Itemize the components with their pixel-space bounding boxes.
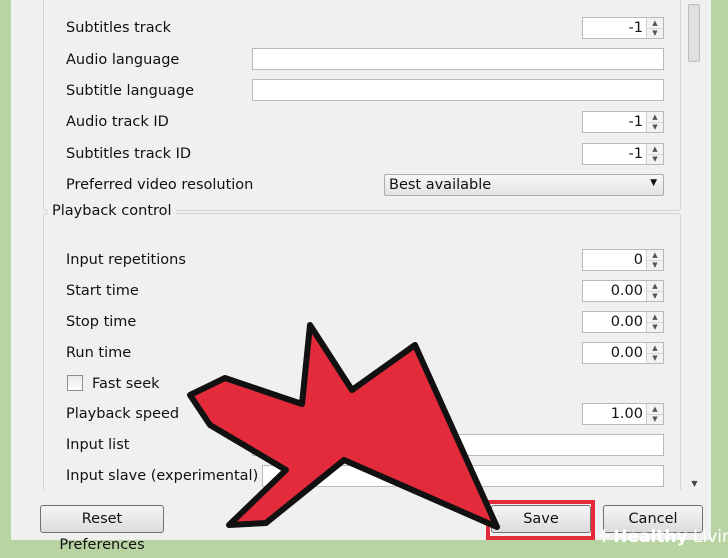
plus-cross-icon: ✛ — [597, 527, 612, 547]
pointer-arrow — [187, 322, 500, 530]
save-highlight-box — [486, 500, 595, 540]
brand-bold-text: Healthy — [613, 527, 688, 547]
brand-watermark: ✛Healthy Living — [597, 527, 728, 547]
overlay-annotations — [187, 322, 595, 540]
brand-rest-text: Living — [693, 527, 728, 547]
